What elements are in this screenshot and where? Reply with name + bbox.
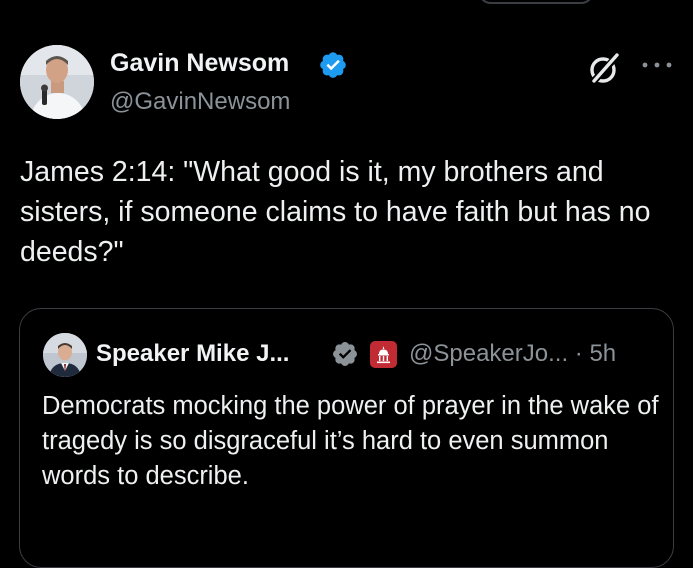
- quoted-verified-badge-icon: [333, 342, 357, 366]
- quoted-post-text: Democrats mocking the power of prayer in…: [42, 392, 659, 490]
- quoted-author-avatar[interactable]: [43, 333, 87, 377]
- top-pill-button[interactable]: [478, 0, 594, 4]
- grok-icon[interactable]: [587, 52, 621, 86]
- verified-badge-icon: [320, 52, 346, 78]
- author-avatar[interactable]: [20, 45, 94, 119]
- author-handle[interactable]: @GavinNewsom: [110, 88, 290, 116]
- government-badge-icon: [370, 341, 397, 368]
- quoted-author-handle[interactable]: @SpeakerJo...: [409, 340, 568, 367]
- meta-separator: ·: [574, 340, 583, 367]
- author-avatar-image: [20, 45, 94, 119]
- quoted-post-time[interactable]: 5h: [589, 340, 616, 367]
- author-name[interactable]: Gavin Newsom: [110, 49, 289, 78]
- post-text: James 2:14: "What good is it, my brother…: [20, 156, 651, 268]
- more-options-icon[interactable]: [640, 58, 674, 72]
- quoted-author-avatar-image: [43, 333, 87, 377]
- quoted-author-name[interactable]: Speaker Mike J...: [96, 340, 289, 368]
- quoted-post-meta: @SpeakerJo... · 5h: [409, 340, 616, 368]
